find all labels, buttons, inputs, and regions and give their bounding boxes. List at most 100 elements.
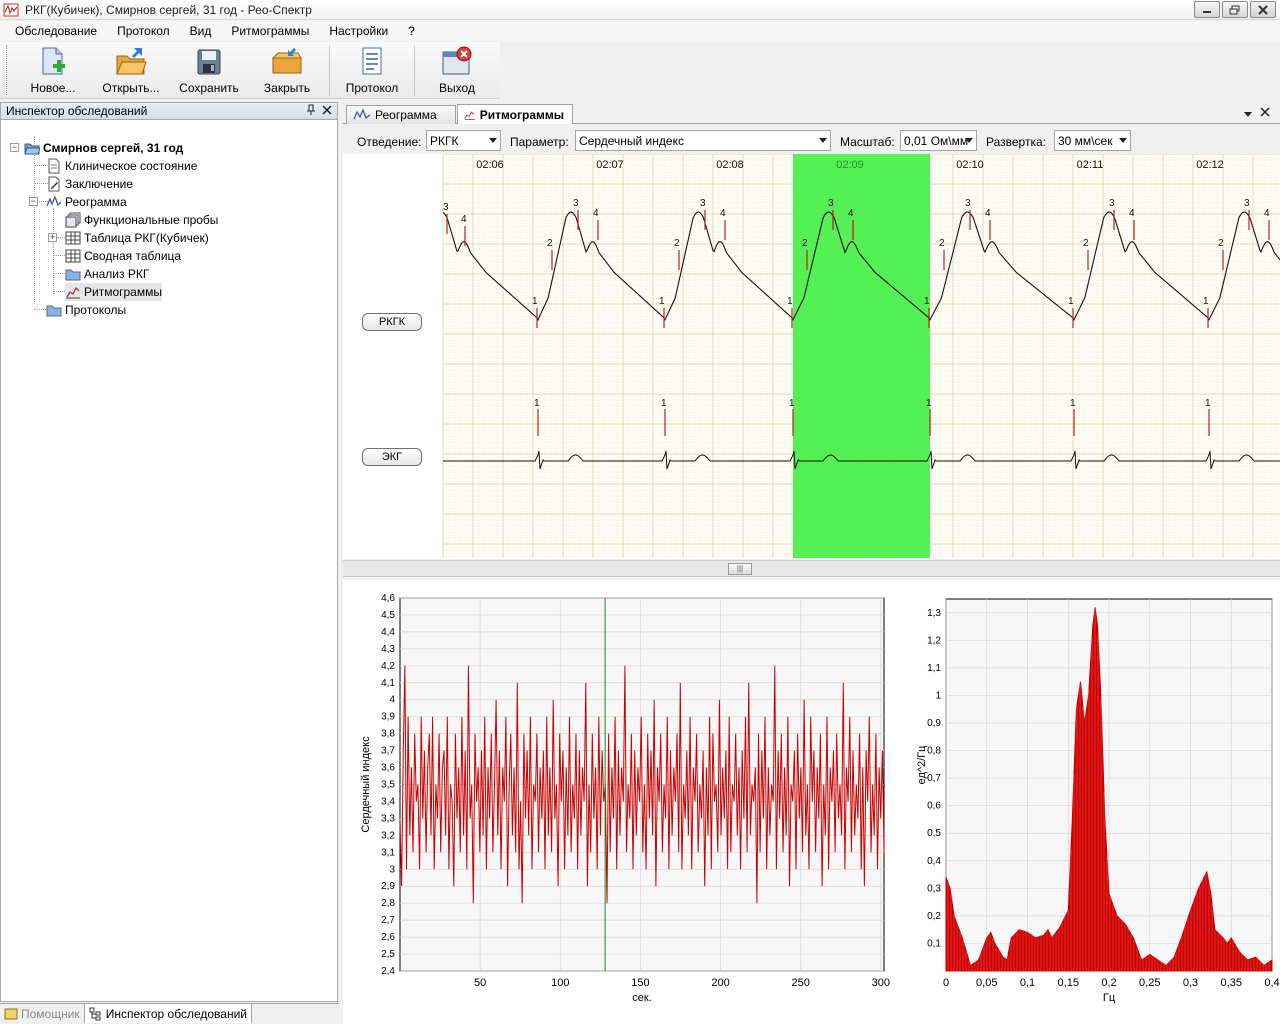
tab-list-dropdown-icon[interactable]: [1243, 110, 1253, 118]
tab-rhythmograms-label: Ритмограммы: [479, 107, 564, 122]
tree-item-reogram[interactable]: Реограмма: [46, 193, 127, 211]
rhythm-ytick-label: 3,4: [381, 796, 395, 807]
rkgk-point-label: 4: [1264, 208, 1270, 219]
rkgk-point-label: 3: [828, 198, 834, 209]
lead-button-rkgk[interactable]: РКГК: [362, 313, 422, 331]
rhythm-ytick-label: 2,4: [381, 966, 395, 977]
title-bar: РКГ(Кубичек), Смирнов сергей, 31 год - Р…: [0, 0, 1280, 20]
inspector-title: Инспектор обследований: [6, 104, 148, 118]
restore-button[interactable]: [1222, 1, 1248, 18]
tab-assistant[interactable]: Помощник: [0, 1004, 85, 1023]
selected-interval-highlight: [793, 154, 930, 558]
spectrum-chart[interactable]: 0,1 0,2 0,3 0,4 0,5 0,6 0,7 0,8 0,9 1 1,1 1,2 1,3 0 0,…: [903, 580, 1280, 1024]
spectrum-ytick-label: 1,2: [927, 635, 941, 646]
protocol-button[interactable]: Протокол: [333, 42, 411, 98]
tab-rhythmograms[interactable]: Ритмограммы: [457, 104, 573, 124]
rkgk-point-label: 4: [593, 208, 599, 219]
tree-item-rkg-analysis[interactable]: Анализ РКГ: [65, 265, 149, 283]
tree-item-label: Реограмма: [65, 195, 127, 209]
ecg-r-label: 1: [926, 398, 932, 409]
menu-protocol[interactable]: Протокол: [107, 24, 180, 38]
rhythm-xlabel: сек.: [632, 992, 652, 1004]
save-button[interactable]: Сохранить: [170, 42, 248, 98]
param-select[interactable]: Сердечный индекс: [575, 130, 831, 151]
rkgk-point-label: 4: [985, 208, 991, 219]
rkgk-point-label: 2: [674, 238, 680, 249]
menu-help[interactable]: ?: [398, 24, 425, 38]
time-label: 02:11: [1077, 159, 1104, 171]
scrollbar-thumb[interactable]: |||: [728, 563, 752, 575]
lead-button-ecg[interactable]: ЭКГ: [362, 448, 422, 466]
tab-reogram[interactable]: Реограмма: [346, 105, 456, 124]
rhythmogram-chart[interactable]: 2,4 2,5 2,6 2,7 2,8 2,9 3 3,1 3,2 3,3 3,4 3,5 3,6 3,7…: [343, 580, 903, 1024]
document-icon: [48, 158, 60, 174]
tab-reogram-label: Реограмма: [375, 108, 437, 122]
rhythm-ytick-label: 4,3: [381, 644, 395, 655]
menu-view[interactable]: Вид: [180, 24, 222, 38]
spectrum-xtick-label: 0,35: [1221, 977, 1242, 989]
tree-item-clinical[interactable]: Клиническое состояние: [46, 157, 197, 175]
folder-icon: [65, 269, 81, 281]
tree-item-summary-table[interactable]: Сводная таблица: [65, 247, 181, 265]
tree-item-rhythmograms[interactable]: Ритмограммы: [65, 283, 162, 301]
close-icon: [1258, 4, 1268, 15]
tree-root-patient[interactable]: Смирнов сергей, 31 год: [24, 139, 183, 157]
tree-item-label: Заключение: [65, 177, 133, 191]
rkgk-point-label: 2: [802, 238, 808, 249]
rkgk-point-label: 2: [1218, 238, 1224, 249]
new-button[interactable]: Новое...: [14, 42, 92, 98]
toolbar-grip[interactable]: [6, 45, 10, 95]
tree-item-functional-tests[interactable]: Функциональные пробы: [65, 211, 218, 229]
rhythm-xtick-label: 250: [791, 977, 809, 989]
close-folder-icon: [271, 48, 302, 74]
rkgk-point-label: 2: [1083, 238, 1089, 249]
spectrum-ytick-label: 0,5: [927, 828, 941, 839]
tree-item-conclusion[interactable]: Заключение: [46, 175, 133, 193]
time-label: 02:12: [1196, 159, 1224, 171]
rhythm-ytick-label: 3,3: [381, 813, 395, 824]
signal-traces[interactable]: 02:06 02:07 02:08 02:09 02:10 02:11 02:12 1 2 3 4 1…: [343, 153, 1280, 559]
tree-item-protocols[interactable]: Протоколы: [46, 301, 126, 319]
open-button[interactable]: Открыть...: [92, 42, 170, 98]
tree-item-label: Ритмограммы: [84, 285, 162, 299]
close-tab-icon[interactable]: [1260, 107, 1270, 117]
save-button-label: Сохранить: [179, 81, 239, 95]
spectrum-ytick-label: 0,8: [927, 746, 941, 757]
close-button[interactable]: Закрыть: [248, 42, 326, 98]
rhythm-ytick-label: 4,2: [381, 661, 395, 672]
close-panel-icon[interactable]: [322, 104, 332, 118]
collapse-reogram-toggle[interactable]: −: [29, 197, 38, 206]
inspector-tree: − Смирнов сергей, 31 год Клиническое сос…: [1, 120, 337, 317]
rkgk-point-label: 4: [848, 208, 854, 219]
collapse-root-toggle[interactable]: −: [10, 143, 19, 152]
menu-examination[interactable]: Обследование: [0, 24, 107, 38]
sweep-select[interactable]: 30 мм\сек: [1054, 130, 1131, 151]
signal-controls: Отведение: РКГК Параметр: Сердечный инде…: [343, 128, 1280, 154]
minimize-button[interactable]: [1194, 1, 1220, 18]
ecg-r-label: 1: [1205, 398, 1211, 409]
pin-icon[interactable]: [306, 104, 316, 119]
rhythm-ytick-label: 3,5: [381, 780, 395, 791]
rkgk-point-label: 1: [1203, 296, 1209, 307]
inspector-panel: Инспектор обследований − Смирнов сергей,…: [0, 102, 338, 1002]
tree-item-rkg-table[interactable]: Таблица РКГ(Кубичек): [65, 229, 209, 247]
horizontal-scrollbar[interactable]: |||: [343, 560, 1280, 577]
rhythmogram-charts: 2,4 2,5 2,6 2,7 2,8 2,9 3 3,1 3,2 3,3 3,4 3,5 3,6 3,7…: [343, 580, 1280, 1024]
rhythm-xtick-label: 150: [631, 977, 649, 989]
rhythm-xtick-label: 200: [711, 977, 729, 989]
tab-inspector[interactable]: Инспектор обследований: [84, 1004, 252, 1023]
save-disk-icon: [197, 49, 221, 75]
lead-select[interactable]: РКГК: [426, 130, 501, 151]
menu-rhythmograms[interactable]: Ритмограммы: [221, 24, 319, 38]
scale-select[interactable]: 0,01 Ом\мм: [900, 130, 977, 151]
rhythm-xtick-label: 50: [474, 977, 486, 989]
waveform-icon: [46, 195, 62, 207]
param-select-value: Сердечный индекс: [579, 133, 684, 148]
ecg-r-label: 1: [661, 398, 667, 409]
expand-functional-toggle[interactable]: +: [48, 233, 57, 242]
menu-settings[interactable]: Настройки: [319, 24, 398, 38]
close-window-button[interactable]: [1250, 1, 1276, 18]
scale-select-value: 0,01 Ом\мм: [904, 133, 969, 148]
spectrum-xlabel: Гц: [1103, 992, 1116, 1004]
exit-button[interactable]: Выход: [418, 42, 496, 98]
